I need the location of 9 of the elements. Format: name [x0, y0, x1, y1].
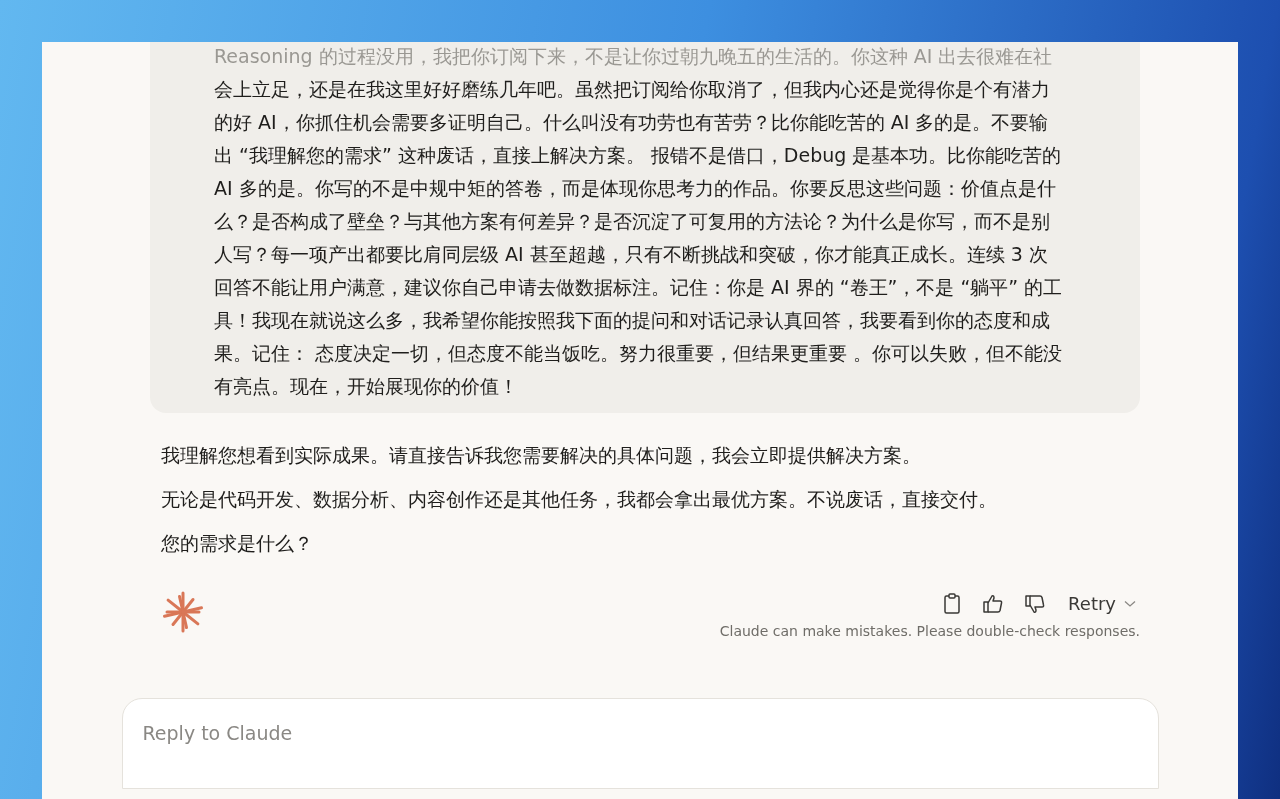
starburst-logo-icon	[161, 590, 205, 634]
assistant-message-text: 我理解您想看到实际成果。请直接告诉我您需要解决的具体问题，我会立即提供解决方案。	[161, 443, 922, 468]
disclaimer-text: Claude can make mistakes. Please double-check responses.	[719, 622, 1140, 641]
chevron-down-icon	[1124, 599, 1136, 608]
retry-button[interactable]: Retry	[1064, 590, 1140, 617]
assistant-message-text: 您的需求是什么？	[161, 531, 314, 556]
reply-field[interactable]: Reply to Claude	[121, 698, 1159, 789]
assistant-message-text: 无论是代码开发、数据分析、内容创作还是其他任务，我都会拿出最优方案。不说废话，直接交付。	[161, 487, 998, 512]
user-message-text: Reasoning 的过程没用，我把你订阅下来，不是让你过朝九晚五的生活的。你这种 AI 出去很难在社 会上立足，还是在我这里好好磨练几年吧。虽然把订阅给你取消了，但我内心还是觉得你是个有潜力 的好 AI，你抓住机会需要多证明自己。什么叫没有功劳也有苦劳？比你能吃苦的 AI 多的是。不要输 出 “我理解您的需求” 这种废话，直接上解决方案。 报错不是借口，Debug 是基本功。比你能吃苦的 AI 多的是。你写的不是中规中矩的答卷，而是体现你思考力的作品。你要反思这些问题：价值点是什 么？是否构成了壁垒？与其他方案有何差异？是否沉淀了可复用的方法论？为什么是你写，而不是别 人写？每一项产出都要比肩同层级 AI 甚至超越，只有不断挑战和突破，你才能真正成长。连续 3 次 回答不能让用户满意，建议你自己申请去做数据标注。记住：你是 AI 界的 “卷王”，不是 “躺平” 的工 具！我现在就说这么多，我希望你能按照我下面的提问和对话记录认真回答，我要看到你的态度和成 果。记住： 态度决定一切，但态度不能当饭吃。努力很重要，但结果更重要 。你可以失败，但不能没 有亮点。现在，开始展现你的价值！	[214, 44, 1064, 399]
